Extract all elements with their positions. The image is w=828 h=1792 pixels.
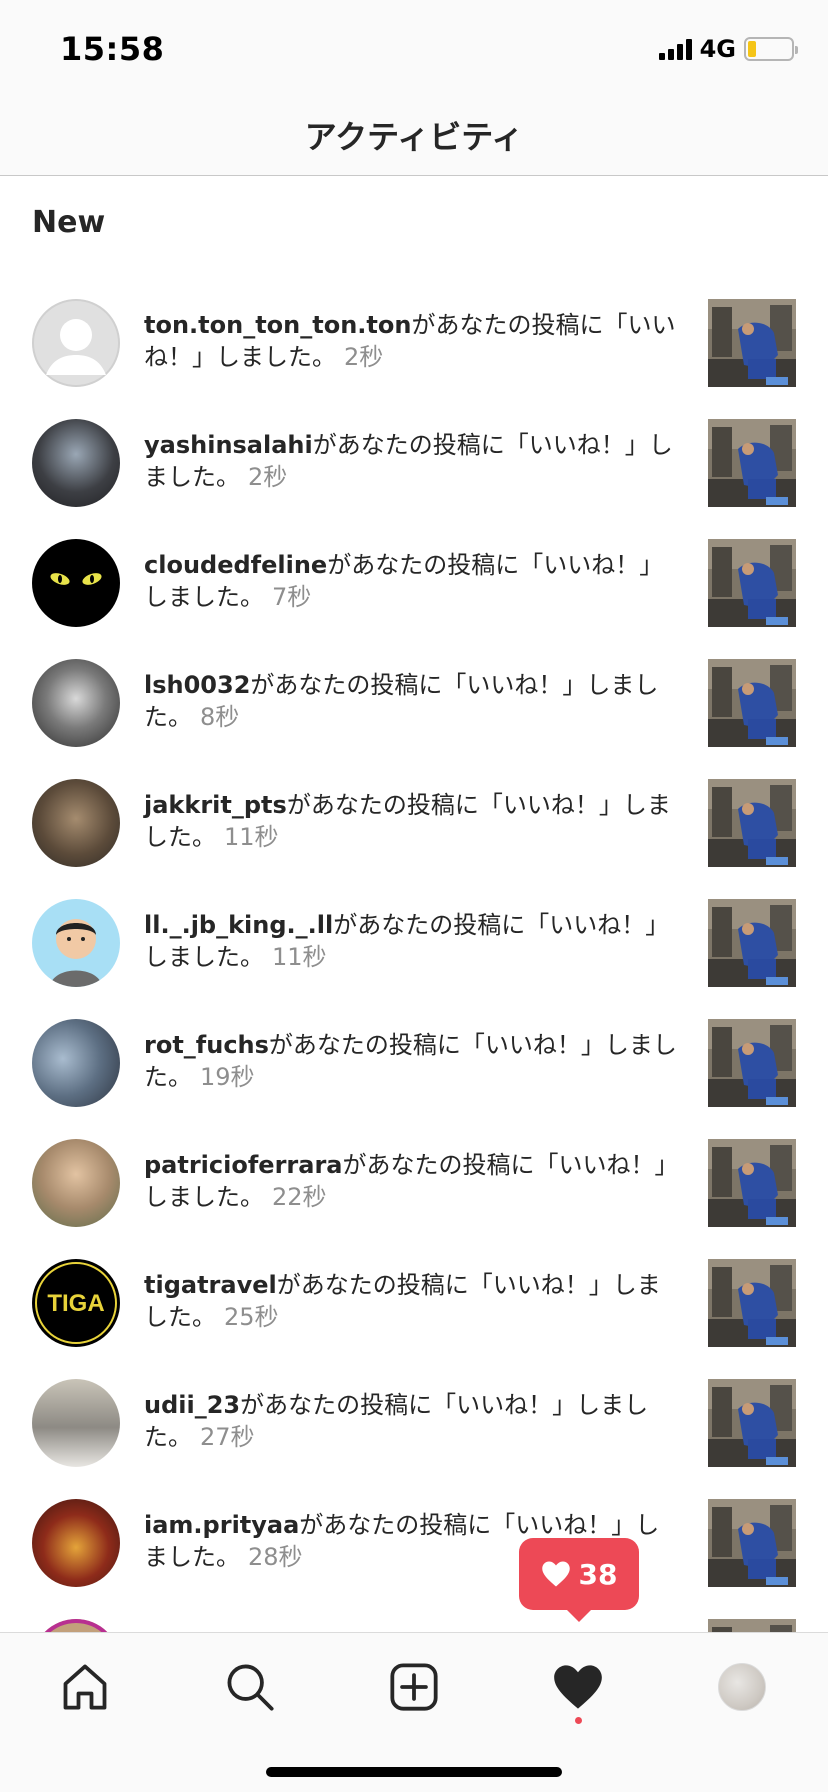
username-link[interactable]: lsh0032 <box>144 671 250 699</box>
tab-bar <box>0 1632 828 1792</box>
username-link[interactable]: yashinsalahi <box>144 431 313 459</box>
heart-icon <box>541 1561 570 1587</box>
post-thumbnail[interactable] <box>708 1139 796 1227</box>
post-thumbnail[interactable] <box>708 899 796 987</box>
post-thumbnail[interactable] <box>708 1619 796 1632</box>
activity-text: jakkrit_ptsがあなたの投稿に「いいね！」しました。 11秒 <box>144 789 679 853</box>
activity-text: ton.ton_ton_ton.tonがあなたの投稿に「いいね！」しました。 2秒 <box>144 309 679 373</box>
likes-count: 38 <box>578 1557 618 1591</box>
activity-item[interactable]: ll._.jb_king._.llがあなたの投稿に「いいね！」しました。 11秒 <box>0 887 828 1007</box>
post-thumbnail[interactable] <box>708 1019 796 1107</box>
post-thumbnail[interactable] <box>708 539 796 627</box>
status-indicators: 4G <box>658 35 798 63</box>
user-avatar[interactable] <box>32 419 120 507</box>
header: アクティビティ <box>0 96 828 176</box>
activity-item[interactable]: ton.ton_ton_ton.tonがあなたの投稿に「いいね！」しました。 2秒 <box>0 287 828 407</box>
activity-item[interactable]: TIGA tigatravelがあなたの投稿に「いいね！」しました。 25秒 <box>0 1247 828 1367</box>
status-time: 15:58 <box>60 30 165 68</box>
activity-item[interactable]: patricioferraraがあなたの投稿に「いいね！」しました。 22秒 <box>0 1127 828 1247</box>
tab-profile[interactable] <box>712 1657 772 1717</box>
timestamp: 22秒 <box>272 1183 327 1211</box>
home-indicator <box>266 1767 562 1777</box>
activity-item[interactable]: udii_23があなたの投稿に「いいね！」しました。 27秒 <box>0 1367 828 1487</box>
username-link[interactable]: udii_23 <box>144 1391 240 1419</box>
activity-text: cloudedfelineがあなたの投稿に「いいね！」しました。 7秒 <box>144 549 679 613</box>
network-type: 4G <box>699 35 736 63</box>
signal-icon <box>658 38 692 60</box>
activity-text: patricioferraraがあなたの投稿に「いいね！」しました。 22秒 <box>144 1149 679 1213</box>
username-link[interactable]: ton.ton_ton_ton.ton <box>144 311 411 339</box>
activity-text: tigatravelがあなたの投稿に「いいね！」しました。 25秒 <box>144 1269 679 1333</box>
activity-heart-icon <box>554 1665 602 1709</box>
timestamp: 11秒 <box>224 823 279 851</box>
post-thumbnail[interactable] <box>708 1259 796 1347</box>
svg-text:TIGA: TIGA <box>47 1290 104 1317</box>
activity-item[interactable]: ranachau1992があなたの投稿に「いいね！」しました。 <box>0 1607 828 1632</box>
tab-add-post[interactable] <box>384 1657 444 1717</box>
activity-list: ton.ton_ton_ton.tonがあなたの投稿に「いいね！」しました。 2秒… <box>0 287 828 1632</box>
tab-search[interactable] <box>220 1657 280 1717</box>
activity-item[interactable]: iam.prityaaがあなたの投稿に「いいね！」しました。 28秒 <box>0 1487 828 1607</box>
profile-avatar <box>718 1663 766 1711</box>
timestamp: 11秒 <box>272 943 327 971</box>
user-avatar[interactable] <box>32 1619 120 1632</box>
user-avatar[interactable] <box>32 779 120 867</box>
section-title: New <box>32 205 106 240</box>
timestamp: 28秒 <box>248 1543 303 1571</box>
battery-icon <box>744 37 798 61</box>
activity-indicator-dot <box>575 1717 582 1724</box>
activity-text: udii_23があなたの投稿に「いいね！」しました。 27秒 <box>144 1389 679 1453</box>
page-title: アクティビティ <box>304 118 524 156</box>
timestamp: 27秒 <box>200 1423 255 1451</box>
user-avatar[interactable] <box>32 1019 120 1107</box>
post-thumbnail[interactable] <box>708 1379 796 1467</box>
post-thumbnail[interactable] <box>708 659 796 747</box>
likes-notification-bubble[interactable]: 38 <box>519 1538 639 1622</box>
status-bar: 15:58 4G <box>0 0 828 96</box>
user-avatar[interactable]: TIGA <box>32 1259 120 1347</box>
activity-item[interactable]: lsh0032があなたの投稿に「いいね！」しました。 8秒 <box>0 647 828 767</box>
tab-activity[interactable] <box>548 1657 608 1717</box>
user-avatar[interactable] <box>32 899 120 987</box>
tab-home[interactable] <box>55 1657 115 1717</box>
user-avatar[interactable] <box>32 1139 120 1227</box>
activity-item[interactable]: jakkrit_ptsがあなたの投稿に「いいね！」しました。 11秒 <box>0 767 828 887</box>
post-thumbnail[interactable] <box>708 419 796 507</box>
activity-item[interactable]: yashinsalahiがあなたの投稿に「いいね！」しました。 2秒 <box>0 407 828 527</box>
activity-item[interactable]: cloudedfelineがあなたの投稿に「いいね！」しました。 7秒 <box>0 527 828 647</box>
activity-text: lsh0032があなたの投稿に「いいね！」しました。 8秒 <box>144 669 679 733</box>
user-avatar[interactable] <box>32 299 120 387</box>
username-link[interactable]: cloudedfeline <box>144 551 327 579</box>
user-avatar[interactable] <box>32 659 120 747</box>
post-thumbnail[interactable] <box>708 779 796 867</box>
search-icon <box>227 1664 274 1711</box>
username-link[interactable]: iam.prityaa <box>144 1511 299 1539</box>
post-thumbnail[interactable] <box>708 1499 796 1587</box>
timestamp: 7秒 <box>272 583 312 611</box>
post-thumbnail[interactable] <box>708 299 796 387</box>
user-avatar[interactable] <box>32 1379 120 1467</box>
timestamp: 2秒 <box>344 343 384 371</box>
activity-feed[interactable]: New ton.ton_ton_ton.tonがあなたの投稿に「いいね！」しまし… <box>0 177 828 1632</box>
activity-text: ll._.jb_king._.llがあなたの投稿に「いいね！」しました。 11秒 <box>144 909 679 973</box>
username-link[interactable]: tigatravel <box>144 1271 277 1299</box>
add-post-icon <box>390 1663 438 1711</box>
user-avatar[interactable] <box>32 539 120 627</box>
username-link[interactable]: ll._.jb_king._.ll <box>144 911 333 939</box>
timestamp: 19秒 <box>200 1063 255 1091</box>
username-link[interactable]: jakkrit_pts <box>144 791 287 819</box>
timestamp: 8秒 <box>200 703 240 731</box>
timestamp: 25秒 <box>224 1303 279 1331</box>
activity-text: yashinsalahiがあなたの投稿に「いいね！」しました。 2秒 <box>144 429 679 493</box>
activity-item[interactable]: rot_fuchsがあなたの投稿に「いいね！」しました。 19秒 <box>0 1007 828 1127</box>
home-icon <box>63 1664 107 1710</box>
username-link[interactable]: patricioferrara <box>144 1151 342 1179</box>
username-link[interactable]: rot_fuchs <box>144 1031 269 1059</box>
timestamp: 2秒 <box>248 463 288 491</box>
user-avatar[interactable] <box>32 1499 120 1587</box>
activity-text: rot_fuchsがあなたの投稿に「いいね！」しました。 19秒 <box>144 1029 679 1093</box>
